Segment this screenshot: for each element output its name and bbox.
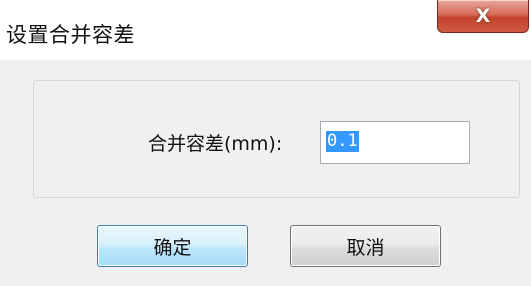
dialog-title: 设置合并容差 bbox=[6, 23, 135, 47]
ok-button[interactable]: 确定 bbox=[97, 225, 248, 267]
dialog-window: 设置合并容差 X 合并容差(mm): 0.1 确定 取消 bbox=[0, 0, 531, 286]
close-button[interactable]: X bbox=[437, 0, 529, 33]
tolerance-value-selected: 0.1 bbox=[326, 131, 359, 152]
cancel-button[interactable]: 取消 bbox=[290, 225, 441, 267]
tolerance-label: 合并容差(mm): bbox=[148, 133, 283, 155]
close-icon: X bbox=[475, 5, 491, 27]
title-bar: 设置合并容差 X bbox=[0, 0, 531, 60]
dialog-bottom-edge bbox=[0, 280, 531, 286]
